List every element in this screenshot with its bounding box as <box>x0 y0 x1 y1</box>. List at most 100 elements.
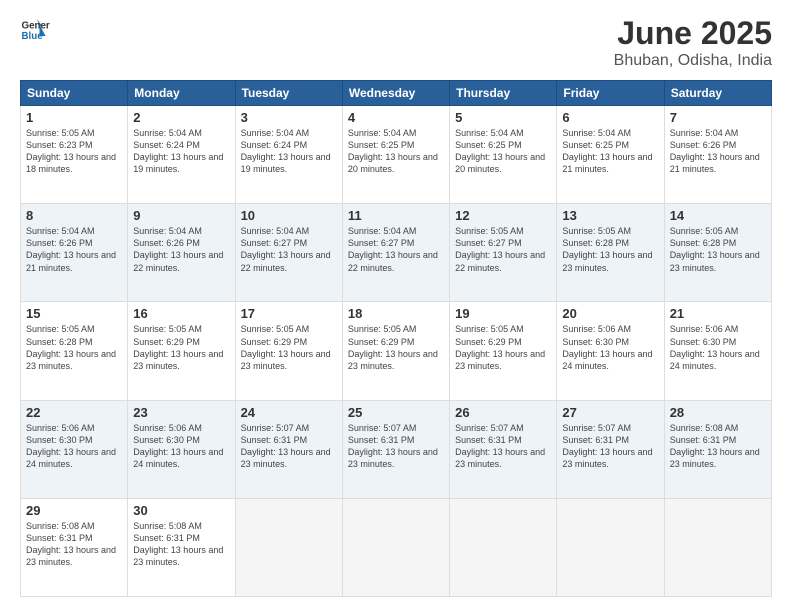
day-number: 7 <box>670 110 766 125</box>
table-row: 21 Sunrise: 5:06 AMSunset: 6:30 PMDayligh… <box>664 302 771 400</box>
day-info: Sunrise: 5:07 AMSunset: 6:31 PMDaylight:… <box>241 423 331 469</box>
day-number: 16 <box>133 306 229 321</box>
table-row: 20Sunrise: 5:06 AMSunset: 6:30 PMDayligh… <box>557 302 664 400</box>
day-number: 1 <box>26 110 122 125</box>
day-number: 13 <box>562 208 658 223</box>
col-friday: Friday <box>557 81 664 106</box>
table-row: 3Sunrise: 5:04 AMSunset: 6:24 PMDaylight… <box>235 106 342 204</box>
day-number: 15 <box>26 306 122 321</box>
header: General Blue June 2025 Bhuban, Odisha, I… <box>20 15 772 70</box>
day-number: 5 <box>455 110 551 125</box>
day-info: Sunrise: 5:05 AMSunset: 6:29 PMDaylight:… <box>133 324 223 370</box>
table-row: 12Sunrise: 5:05 AMSunset: 6:27 PMDayligh… <box>450 204 557 302</box>
col-thursday: Thursday <box>450 81 557 106</box>
day-info: Sunrise: 5:08 AMSunset: 6:31 PMDaylight:… <box>26 521 116 567</box>
day-number: 28 <box>670 405 766 420</box>
day-info: Sunrise: 5:06 AMSunset: 6:30 PMDaylight:… <box>26 423 116 469</box>
table-row: 19 Sunrise: 5:05 AMSunset: 6:29 PMDayligh… <box>450 302 557 400</box>
day-number: 11 <box>348 208 444 223</box>
table-row: 18Sunrise: 5:05 AMSunset: 6:29 PMDayligh… <box>342 302 449 400</box>
table-row: 22Sunrise: 5:06 AMSunset: 6:30 PMDayligh… <box>21 400 128 498</box>
table-row: 1 Sunrise: 5:05 AMSunset: 6:23 PMDaylight… <box>21 106 128 204</box>
table-row <box>664 498 771 596</box>
calendar-week-row: 8 Sunrise: 5:04 AMSunset: 6:26 PMDaylight… <box>21 204 772 302</box>
day-number: 27 <box>562 405 658 420</box>
calendar-week-row: 15 Sunrise: 5:05 AMSunset: 6:28 PMDayligh… <box>21 302 772 400</box>
title-block: June 2025 Bhuban, Odisha, India <box>614 15 772 70</box>
calendar-header-row: Sunday Monday Tuesday Wednesday Thursday… <box>21 81 772 106</box>
day-info: Sunrise: 5:06 AMSunset: 6:30 PMDaylight:… <box>670 324 760 370</box>
day-number: 10 <box>241 208 337 223</box>
table-row: 28 Sunrise: 5:08 AMSunset: 6:31 PMDayligh… <box>664 400 771 498</box>
day-number: 23 <box>133 405 229 420</box>
col-monday: Monday <box>128 81 235 106</box>
col-tuesday: Tuesday <box>235 81 342 106</box>
day-number: 18 <box>348 306 444 321</box>
table-row: 16 Sunrise: 5:05 AMSunset: 6:29 PMDayligh… <box>128 302 235 400</box>
table-row <box>342 498 449 596</box>
calendar-week-row: 22Sunrise: 5:06 AMSunset: 6:30 PMDayligh… <box>21 400 772 498</box>
day-info: Sunrise: 5:05 AMSunset: 6:28 PMDaylight:… <box>26 324 116 370</box>
day-info: Sunrise: 5:05 AMSunset: 6:28 PMDaylight:… <box>670 226 760 272</box>
table-row: 5 Sunrise: 5:04 AMSunset: 6:25 PMDaylight… <box>450 106 557 204</box>
day-number: 14 <box>670 208 766 223</box>
table-row: 13 Sunrise: 5:05 AMSunset: 6:28 PMDayligh… <box>557 204 664 302</box>
svg-text:General: General <box>22 21 51 32</box>
calendar-table: Sunday Monday Tuesday Wednesday Thursday… <box>20 80 772 597</box>
day-number: 9 <box>133 208 229 223</box>
calendar-week-row: 29 Sunrise: 5:08 AMSunset: 6:31 PMDayligh… <box>21 498 772 596</box>
day-number: 25 <box>348 405 444 420</box>
page: General Blue June 2025 Bhuban, Odisha, I… <box>0 0 792 612</box>
day-number: 4 <box>348 110 444 125</box>
calendar-week-row: 1 Sunrise: 5:05 AMSunset: 6:23 PMDaylight… <box>21 106 772 204</box>
day-info: Sunrise: 5:05 AMSunset: 6:23 PMDaylight:… <box>26 128 116 174</box>
day-info: Sunrise: 5:07 AMSunset: 6:31 PMDaylight:… <box>455 423 545 469</box>
day-number: 6 <box>562 110 658 125</box>
day-info: Sunrise: 5:04 AMSunset: 6:27 PMDaylight:… <box>241 226 331 272</box>
day-number: 29 <box>26 503 122 518</box>
day-info: Sunrise: 5:06 AMSunset: 6:30 PMDaylight:… <box>562 324 652 370</box>
day-info: Sunrise: 5:04 AMSunset: 6:27 PMDaylight:… <box>348 226 438 272</box>
day-info: Sunrise: 5:08 AMSunset: 6:31 PMDaylight:… <box>670 423 760 469</box>
day-info: Sunrise: 5:04 AMSunset: 6:26 PMDaylight:… <box>26 226 116 272</box>
day-number: 24 <box>241 405 337 420</box>
day-number: 8 <box>26 208 122 223</box>
table-row <box>450 498 557 596</box>
table-row <box>235 498 342 596</box>
calendar-title: June 2025 <box>614 15 772 52</box>
day-info: Sunrise: 5:04 AMSunset: 6:26 PMDaylight:… <box>133 226 223 272</box>
day-info: Sunrise: 5:05 AMSunset: 6:29 PMDaylight:… <box>455 324 545 370</box>
table-row: 11 Sunrise: 5:04 AMSunset: 6:27 PMDayligh… <box>342 204 449 302</box>
table-row: 9 Sunrise: 5:04 AMSunset: 6:26 PMDaylight… <box>128 204 235 302</box>
col-wednesday: Wednesday <box>342 81 449 106</box>
calendar-location: Bhuban, Odisha, India <box>614 52 772 70</box>
day-info: Sunrise: 5:04 AMSunset: 6:24 PMDaylight:… <box>133 128 223 174</box>
day-info: Sunrise: 5:04 AMSunset: 6:25 PMDaylight:… <box>562 128 652 174</box>
day-number: 17 <box>241 306 337 321</box>
day-info: Sunrise: 5:04 AMSunset: 6:26 PMDaylight:… <box>670 128 760 174</box>
table-row: 30 Sunrise: 5:08 AMSunset: 6:31 PMDayligh… <box>128 498 235 596</box>
day-number: 21 <box>670 306 766 321</box>
logo: General Blue <box>20 15 50 45</box>
col-sunday: Sunday <box>21 81 128 106</box>
day-info: Sunrise: 5:05 AMSunset: 6:28 PMDaylight:… <box>562 226 652 272</box>
col-saturday: Saturday <box>664 81 771 106</box>
day-number: 30 <box>133 503 229 518</box>
table-row: 2 Sunrise: 5:04 AMSunset: 6:24 PMDaylight… <box>128 106 235 204</box>
table-row: 27Sunrise: 5:07 AMSunset: 6:31 PMDayligh… <box>557 400 664 498</box>
table-row: 26Sunrise: 5:07 AMSunset: 6:31 PMDayligh… <box>450 400 557 498</box>
table-row: 6 Sunrise: 5:04 AMSunset: 6:25 PMDaylight… <box>557 106 664 204</box>
table-row <box>557 498 664 596</box>
day-number: 2 <box>133 110 229 125</box>
generalblue-logo-icon: General Blue <box>20 15 50 45</box>
table-row: 24 Sunrise: 5:07 AMSunset: 6:31 PMDayligh… <box>235 400 342 498</box>
table-row: 17Sunrise: 5:05 AMSunset: 6:29 PMDayligh… <box>235 302 342 400</box>
day-number: 12 <box>455 208 551 223</box>
table-row: 10 Sunrise: 5:04 AMSunset: 6:27 PMDayligh… <box>235 204 342 302</box>
day-info: Sunrise: 5:04 AMSunset: 6:25 PMDaylight:… <box>455 128 545 174</box>
day-info: Sunrise: 5:08 AMSunset: 6:31 PMDaylight:… <box>133 521 223 567</box>
table-row: 4Sunrise: 5:04 AMSunset: 6:25 PMDaylight… <box>342 106 449 204</box>
day-number: 19 <box>455 306 551 321</box>
table-row: 29 Sunrise: 5:08 AMSunset: 6:31 PMDayligh… <box>21 498 128 596</box>
table-row: 7 Sunrise: 5:04 AMSunset: 6:26 PMDaylight… <box>664 106 771 204</box>
